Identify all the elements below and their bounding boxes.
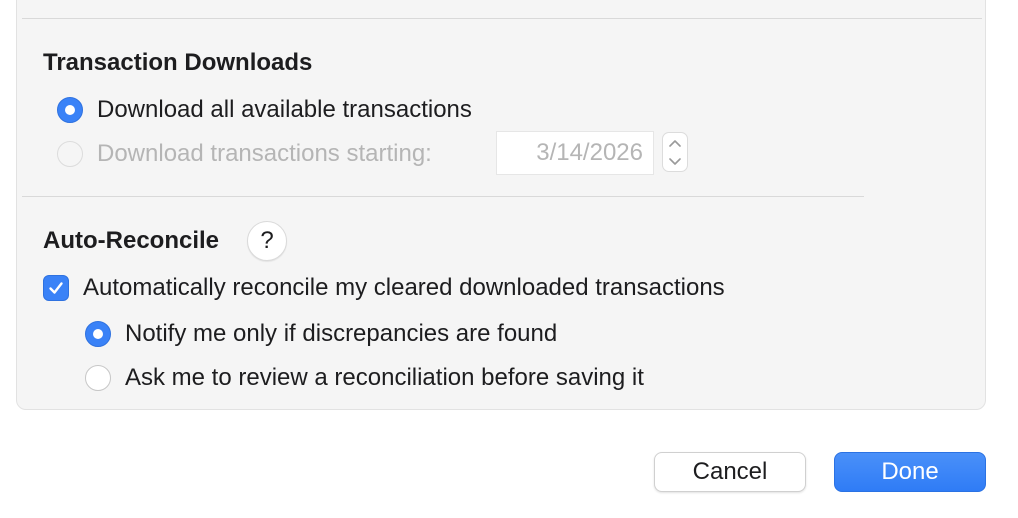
middle-divider [22,196,864,197]
notify-option[interactable]: Notify me only if discrepancies are foun… [85,320,557,348]
date-stepper[interactable] [662,132,688,172]
auto-reconcile-option[interactable]: Automatically reconcile my cleared downl… [43,274,725,302]
ask-review-radio[interactable] [85,365,111,391]
transaction-downloads-title: Transaction Downloads [43,49,313,76]
download-starting-label: Download transactions starting: [97,140,432,167]
download-all-radio[interactable] [57,97,83,123]
auto-reconcile-label: Automatically reconcile my cleared downl… [83,274,725,301]
ask-review-label: Ask me to review a reconciliation before… [125,364,644,391]
cancel-button[interactable]: Cancel [654,452,806,492]
auto-reconcile-checkbox[interactable] [43,275,69,301]
stepper-down-icon[interactable] [663,152,687,171]
start-date-field[interactable]: 3/14/2026 [496,131,654,175]
download-starting-option[interactable]: Download transactions starting: [57,140,432,168]
download-all-option[interactable]: Download all available transactions [57,96,472,124]
help-button[interactable]: ? [247,221,287,261]
done-button[interactable]: Done [834,452,986,492]
notify-radio[interactable] [85,321,111,347]
auto-reconcile-title: Auto-Reconcile [43,227,220,254]
notify-label: Notify me only if discrepancies are foun… [125,320,558,347]
top-divider [22,18,982,19]
stepper-up-icon[interactable] [663,133,687,152]
download-starting-radio[interactable] [57,141,83,167]
checkmark-icon [49,282,63,294]
download-all-label: Download all available transactions [97,96,472,123]
ask-review-option[interactable]: Ask me to review a reconciliation before… [85,364,644,392]
